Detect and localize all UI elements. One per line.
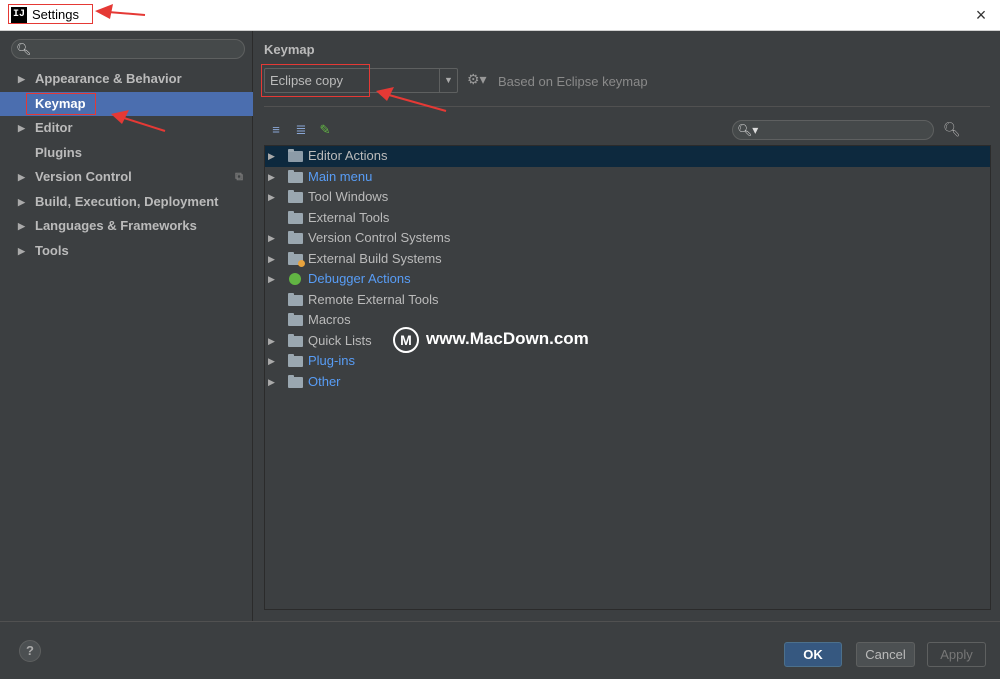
search-icon: 🔍︎	[16, 42, 32, 56]
chevron-right-icon[interactable]: ▶	[268, 372, 275, 393]
tree-row[interactable]: ▶ Version Control Systems	[265, 228, 990, 249]
action-search-input[interactable]: 🔍︎▾	[732, 120, 934, 140]
tree-row-label: Version Control Systems	[308, 230, 451, 245]
sidebar-item-appearance-behavior[interactable]: ▶ Appearance & Behavior	[0, 67, 253, 92]
chevron-right-icon[interactable]: ▶	[268, 249, 275, 270]
chevron-right-icon[interactable]: ▶	[18, 67, 25, 92]
search-icon: 🔍︎▾	[737, 123, 759, 137]
tree-row[interactable]: External Tools	[265, 208, 990, 229]
sidebar-item-label: Plugins	[35, 144, 82, 160]
find-by-shortcut-icon[interactable]: 🔍︎	[943, 121, 961, 138]
chevron-right-icon[interactable]: ▶	[268, 187, 275, 208]
sidebar-item-label: Languages & Frameworks	[35, 218, 197, 233]
chevron-right-icon[interactable]: ▶	[268, 228, 275, 249]
annotation-highlight-title	[8, 4, 93, 24]
tree-row-label: External Tools	[308, 209, 390, 225]
actions-tree: ▶ Editor Actions ▶ Main menu ▶ Tool Windows Ex…	[264, 145, 991, 610]
based-on-label: Based on Eclipse keymap	[498, 74, 648, 89]
sidebar-item-build-execution-deployment[interactable]: ▶ Build, Execution, Deployment	[0, 190, 253, 215]
folder-icon	[288, 190, 303, 203]
settings-sidebar: 🔍︎ ▶ Appearance & Behavior Keymap ▶ Editor Pl…	[0, 31, 253, 621]
folder-icon	[288, 333, 303, 347]
folder-icon	[288, 169, 303, 183]
chevron-right-icon[interactable]: ▶	[268, 146, 275, 167]
divider	[264, 106, 990, 107]
annotation-highlight-keymap	[26, 93, 96, 115]
sidebar-item-plugins[interactable]: Plugins	[0, 141, 253, 166]
help-button[interactable]: ?	[19, 640, 41, 662]
folder-icon	[288, 210, 303, 224]
cancel-button[interactable]: Cancel	[856, 642, 915, 667]
expand-all-icon[interactable]: ≡	[268, 122, 284, 138]
tree-row-label: External Build Systems	[308, 250, 442, 266]
tree-row-label: Main menu	[308, 168, 373, 184]
tree-row[interactable]: Macros	[265, 310, 990, 331]
tree-row[interactable]: ▶ Main menu	[265, 167, 990, 188]
tree-row-label: Editor Actions	[308, 148, 388, 163]
dialog-footer: ? OK Cancel Apply	[0, 621, 1000, 679]
page-title: Keymap	[264, 42, 315, 57]
tree-row[interactable]: ▶ Debugger Actions	[265, 269, 990, 290]
tree-row[interactable]: ▶ Plug-ins	[265, 351, 990, 372]
folder-icon	[288, 292, 303, 306]
sidebar-item-tools[interactable]: ▶ Tools	[0, 239, 253, 264]
ok-button[interactable]: OK	[784, 642, 842, 667]
sidebar-item-editor[interactable]: ▶ Editor	[0, 116, 253, 141]
tree-row[interactable]: ▶ Other	[265, 372, 990, 393]
chevron-down-icon[interactable]: ▼	[439, 69, 457, 92]
tree-row-label: Debugger Actions	[308, 271, 411, 286]
tree-row-label: Other	[308, 373, 341, 389]
collapse-all-icon[interactable]: ≣	[293, 122, 309, 138]
edit-icon[interactable]: ✎	[317, 122, 333, 138]
chevron-right-icon[interactable]: ▶	[268, 167, 275, 188]
keymap-panel: Keymap Eclipse copy ▼ ⚙▾ Based on Eclips…	[254, 31, 1000, 621]
folder-icon	[288, 313, 303, 326]
folder-icon	[288, 354, 303, 367]
gear-icon[interactable]: ⚙▾	[467, 71, 487, 88]
chevron-right-icon[interactable]: ▶	[18, 190, 25, 215]
tree-row-label: Tool Windows	[308, 189, 389, 204]
sidebar-search-input[interactable]: 🔍︎	[11, 39, 245, 59]
close-icon[interactable]: ×	[970, 4, 992, 26]
tree-row[interactable]: ▶ Quick Lists	[265, 331, 990, 352]
tree-row-label: Remote External Tools	[308, 291, 439, 307]
tree-row[interactable]: ▶ Editor Actions	[265, 146, 990, 167]
folder-icon	[288, 251, 305, 267]
folder-icon	[288, 149, 303, 162]
sidebar-item-label: Version Control	[35, 169, 132, 184]
chevron-right-icon[interactable]: ▶	[268, 331, 275, 352]
apply-button[interactable]: Apply	[927, 642, 986, 667]
chevron-right-icon[interactable]: ▶	[268, 269, 275, 290]
watermark-text: www.MacDown.com	[426, 329, 589, 348]
tree-row-label: Macros	[308, 312, 351, 327]
tree-row[interactable]: ▶ External Build Systems	[265, 249, 990, 270]
sidebar-item-label: Build, Execution, Deployment	[35, 193, 219, 209]
chevron-right-icon[interactable]: ▶	[18, 214, 25, 239]
tree-row[interactable]: ▶ Tool Windows	[265, 187, 990, 208]
chevron-right-icon[interactable]: ▶	[18, 165, 25, 190]
sidebar-item-label: Appearance & Behavior	[35, 71, 182, 86]
sidebar-item-languages-frameworks[interactable]: ▶ Languages & Frameworks	[0, 214, 253, 239]
sidebar-item-version-control[interactable]: ▶ Version Control ⧉	[0, 165, 253, 190]
chevron-right-icon[interactable]: ▶	[18, 239, 25, 264]
sidebar-item-label: Editor	[35, 120, 73, 135]
folder-icon	[288, 231, 303, 244]
sidebar-item-label: Tools	[35, 242, 69, 258]
chevron-right-icon[interactable]: ▶	[18, 116, 25, 141]
bug-icon	[289, 273, 301, 285]
watermark-logo: M	[393, 327, 419, 353]
tree-row-label: Plug-ins	[308, 353, 355, 368]
folder-icon	[288, 374, 303, 388]
annotation-highlight-combo	[261, 64, 370, 97]
tree-row[interactable]: Remote External Tools	[265, 290, 990, 311]
chevron-right-icon[interactable]: ▶	[268, 351, 275, 372]
project-scope-icon: ⧉	[235, 171, 243, 183]
tree-row-label: Quick Lists	[308, 332, 372, 348]
title-bar: IJ Settings ×	[0, 0, 1000, 31]
